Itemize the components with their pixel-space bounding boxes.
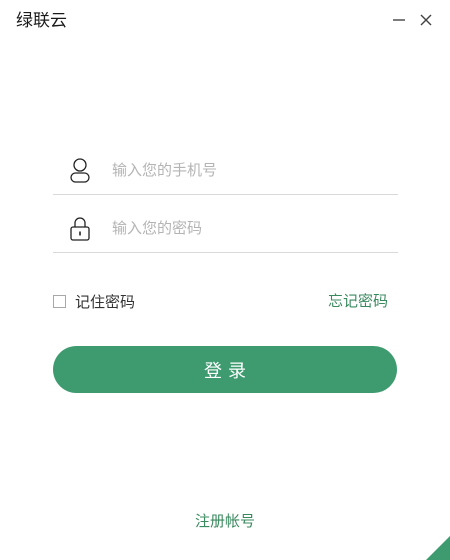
close-button[interactable] bbox=[416, 10, 436, 30]
user-icon bbox=[70, 158, 90, 183]
resize-grip[interactable] bbox=[426, 536, 450, 560]
close-icon bbox=[420, 14, 432, 26]
phone-field bbox=[53, 152, 398, 195]
forgot-password-link[interactable]: 忘记密码 bbox=[328, 291, 388, 311]
minimize-icon bbox=[393, 19, 405, 21]
remember-label: 记住密码 bbox=[75, 292, 136, 311]
remember-password[interactable]: 记住密码 bbox=[53, 291, 135, 311]
password-field bbox=[53, 210, 398, 253]
password-input[interactable] bbox=[112, 215, 382, 241]
login-button[interactable]: 登录 bbox=[53, 346, 397, 393]
register-link[interactable]: 注册帐号 bbox=[0, 511, 450, 531]
remember-checkbox[interactable] bbox=[53, 294, 66, 308]
phone-input[interactable] bbox=[112, 157, 382, 183]
minimize-button[interactable] bbox=[389, 10, 409, 30]
app-title: 绿联云 bbox=[16, 11, 67, 31]
lock-icon bbox=[70, 217, 90, 241]
